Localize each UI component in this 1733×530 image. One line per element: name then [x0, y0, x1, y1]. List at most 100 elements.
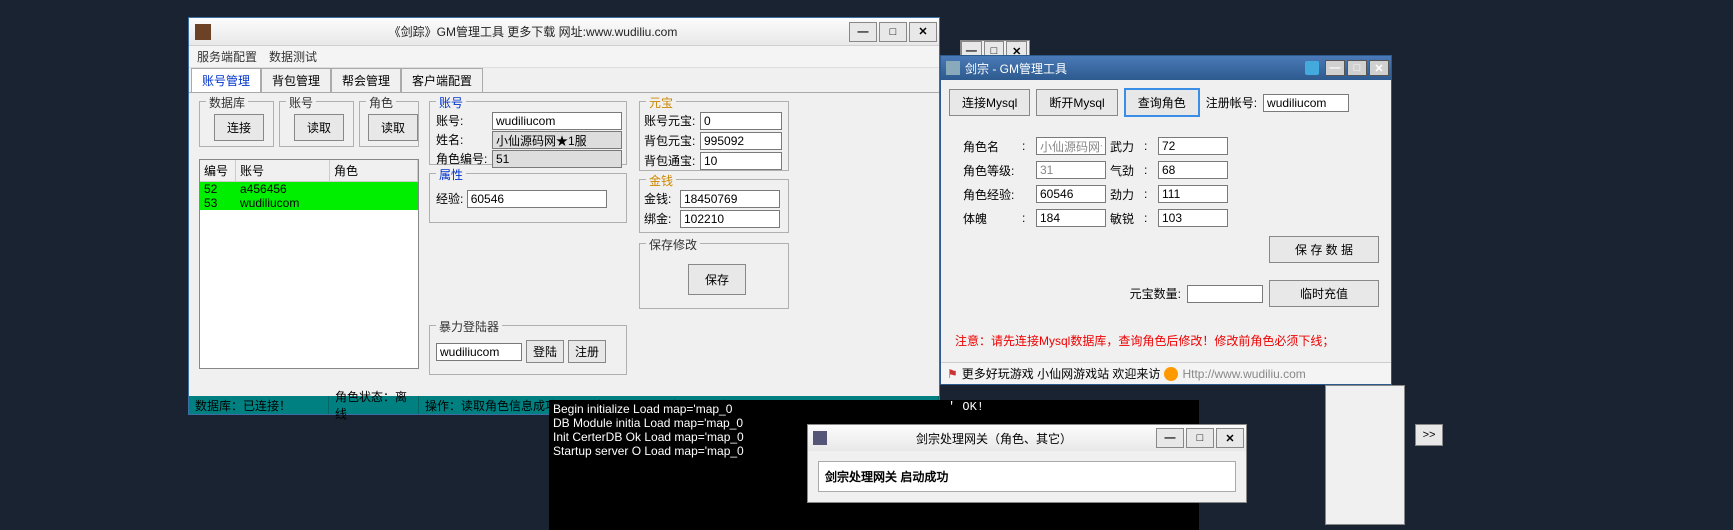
login-button[interactable]: 登陆	[526, 340, 564, 363]
menu-data-test[interactable]: 数据测试	[269, 48, 317, 65]
th-id[interactable]: 编号	[200, 160, 236, 181]
wuli-input[interactable]	[1158, 137, 1228, 155]
maximize-button[interactable]: □	[1186, 428, 1214, 448]
save-data-button[interactable]: 保 存 数 据	[1269, 236, 1379, 263]
tipo-input[interactable]	[1036, 209, 1106, 227]
roleid-input[interactable]	[492, 150, 622, 168]
money-input[interactable]	[680, 190, 780, 208]
level-label: 角色等级:	[963, 162, 1018, 179]
console-line: Begin initialize Load map='map_0	[553, 402, 1195, 416]
footer-url[interactable]: Http://www.wudiliu.com	[1182, 367, 1305, 381]
table-row[interactable]: 53wudiliucom	[200, 196, 418, 210]
tabbar: 账号管理 背包管理 帮会管理 客户端配置	[189, 68, 939, 92]
menu-server-config[interactable]: 服务端配置	[197, 48, 257, 65]
yb2-label: 背包元宝:	[644, 132, 700, 150]
win2-title-text: 剑宗 - GM管理工具	[965, 60, 1305, 77]
gateway-window: 剑宗处理网关（角色、其它） — □ ✕ 剑宗处理网关 启动成功	[807, 424, 1247, 503]
group-save-title: 保存修改	[646, 236, 700, 253]
tab-client[interactable]: 客户端配置	[401, 68, 483, 92]
tipo-label: 体魄	[963, 210, 1018, 227]
reg-account-input[interactable]	[1263, 94, 1349, 112]
yb3-label: 背包通宝:	[644, 152, 700, 170]
bind-money-label: 绑金:	[644, 210, 680, 228]
tab-account[interactable]: 账号管理	[191, 68, 261, 93]
yb1-input[interactable]	[700, 112, 782, 130]
temp-charge-button[interactable]: 临时充值	[1269, 280, 1379, 307]
yb-count-input[interactable]	[1187, 285, 1263, 303]
minimize-button[interactable]: —	[849, 22, 877, 42]
group-attr-title: 属性	[436, 166, 466, 183]
group-role-title: 角色	[366, 94, 396, 111]
reg-account-label: 注册帐号:	[1206, 94, 1257, 111]
table-row[interactable]: 52a456456	[200, 182, 418, 196]
minimize-button[interactable]: —	[1156, 428, 1184, 448]
group-money-title: 金钱	[646, 172, 676, 189]
main-gm-window: 《剑踪》GM管理工具 更多下载 网址:www.wudiliu.com — □ ✕…	[188, 17, 940, 415]
exp-input[interactable]	[467, 190, 607, 208]
th-role[interactable]: 角色	[330, 160, 418, 181]
win2-footer: ⚑ 更多好玩游戏 小仙网游戏站 欢迎来访 Http://www.wudiliu.…	[941, 362, 1391, 384]
read-role-button[interactable]: 读取	[368, 114, 418, 141]
name-input[interactable]	[492, 131, 622, 149]
read-account-button[interactable]: 读取	[294, 114, 344, 141]
maximize-button[interactable]: □	[1347, 60, 1367, 76]
exp-label: 角色经验:	[963, 186, 1018, 203]
app-icon	[195, 24, 211, 40]
level-input[interactable]	[1036, 161, 1106, 179]
maximize-button[interactable]: □	[879, 22, 907, 42]
exp-input2[interactable]	[1036, 185, 1106, 203]
warning-text: 注意：请先连接Mysql数据库，查询角色后修改！修改前角色必须下线；	[955, 332, 1334, 349]
wuli-label: 武力	[1110, 138, 1140, 155]
group-acct2-title: 账号	[436, 94, 466, 111]
acct-input[interactable]	[492, 112, 622, 130]
close-button[interactable]: ✕	[909, 22, 937, 42]
yb2-input[interactable]	[700, 132, 782, 150]
disconnect-mysql-button[interactable]: 断开Mysql	[1036, 89, 1117, 116]
save-button[interactable]: 保存	[688, 264, 746, 295]
th-account[interactable]: 账号	[236, 160, 330, 181]
console-ok-text: ' OK!	[948, 400, 984, 414]
rolename-label: 角色名	[963, 138, 1018, 155]
tab-bag[interactable]: 背包管理	[261, 68, 331, 92]
gm-tool-window: 剑宗 - GM管理工具 — □ ✕ 连接Mysql 断开Mysql 查询角色 注…	[940, 55, 1392, 385]
close-button[interactable]: ✕	[1216, 428, 1244, 448]
group-yuanbao-title: 元宝	[646, 94, 676, 111]
menubar: 服务端配置 数据测试	[189, 46, 939, 68]
group-brute-title: 暴力登陆器	[436, 318, 502, 335]
group-acct-title: 账号	[286, 94, 316, 111]
help-icon[interactable]	[1305, 61, 1319, 75]
rolename-input[interactable]	[1036, 137, 1106, 155]
yb3-input[interactable]	[700, 152, 782, 170]
account-table[interactable]: 编号 账号 角色 52a45645653wudiliucom	[199, 159, 419, 369]
footer-flag-icon: ⚑	[947, 367, 958, 381]
gateway-status: 剑宗处理网关 启动成功	[818, 461, 1236, 492]
yb1-label: 账号元宝:	[644, 112, 700, 130]
qijin-input[interactable]	[1158, 161, 1228, 179]
win3-titlebar[interactable]: 剑宗处理网关（角色、其它） — □ ✕	[808, 425, 1246, 451]
win3-title-text: 剑宗处理网关（角色、其它）	[832, 430, 1156, 447]
win1-titlebar[interactable]: 《剑踪》GM管理工具 更多下载 网址:www.wudiliu.com — □ ✕	[189, 18, 939, 46]
register-button[interactable]: 注册	[568, 340, 606, 363]
money-label: 金钱:	[644, 190, 680, 208]
status-role: 角色状态：离线	[329, 396, 419, 414]
app-icon	[946, 61, 960, 75]
win2-titlebar[interactable]: 剑宗 - GM管理工具 — □ ✕	[941, 56, 1391, 80]
exp-label: 经验:	[436, 192, 463, 206]
tab-guild[interactable]: 帮会管理	[331, 68, 401, 92]
globe-icon	[1164, 367, 1178, 381]
connect-button[interactable]: 连接	[214, 114, 264, 141]
close-button[interactable]: ✕	[1369, 60, 1389, 76]
brute-user-input[interactable]	[436, 343, 522, 361]
bind-money-input[interactable]	[680, 210, 780, 228]
query-role-button[interactable]: 查询角色	[1124, 88, 1200, 117]
acct-label: 账号:	[436, 112, 492, 130]
name-label: 姓名:	[436, 131, 492, 149]
minimize-button[interactable]: —	[1325, 60, 1345, 76]
minrui-input[interactable]	[1158, 209, 1228, 227]
scroll-right-button[interactable]: >>	[1415, 424, 1443, 446]
jinli-label: 劲力	[1110, 186, 1140, 203]
qijin-label: 气劲	[1110, 162, 1140, 179]
jinli-input[interactable]	[1158, 185, 1228, 203]
connect-mysql-button[interactable]: 连接Mysql	[949, 89, 1030, 116]
group-db-title: 数据库	[206, 94, 248, 111]
